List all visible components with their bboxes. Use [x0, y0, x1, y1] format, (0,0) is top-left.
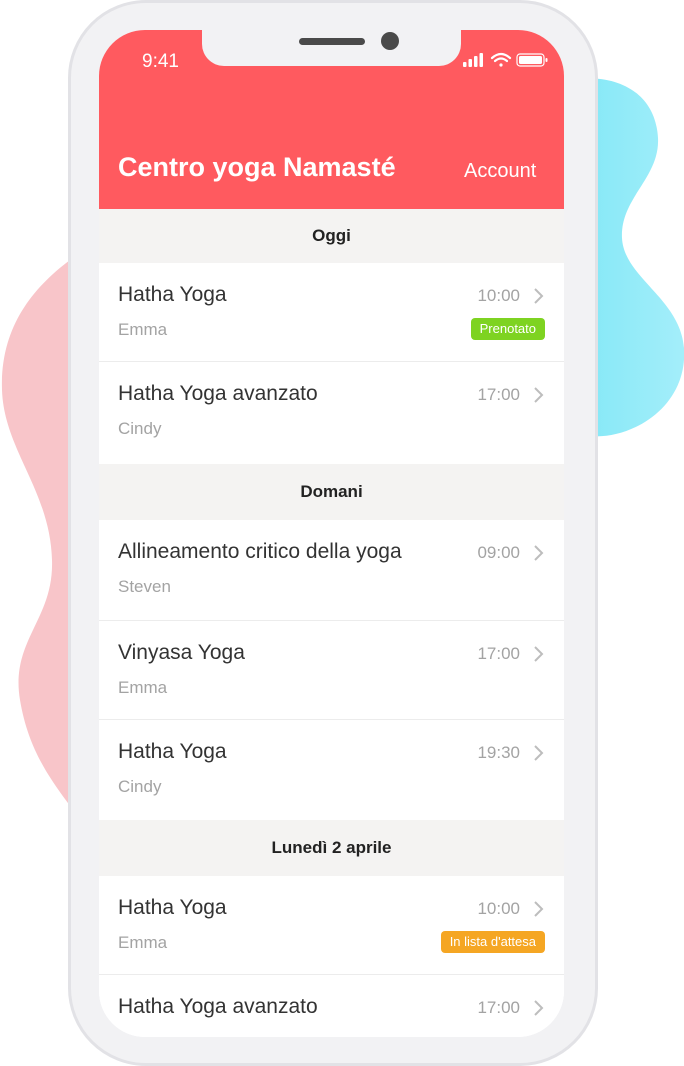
signal-icon [463, 53, 483, 67]
class-name: Hatha Yoga [118, 896, 227, 919]
battery-icon [516, 53, 548, 67]
status-time: 9:41 [142, 51, 179, 72]
class-row[interactable]: Hatha Yoga avanzato 17:00 [99, 975, 564, 1037]
speaker-grille [299, 38, 365, 45]
class-row[interactable]: Hatha Yoga Emma 10:00 Prenotato [99, 263, 564, 362]
teacher-name: Emma [118, 320, 168, 339]
class-row[interactable]: Allineamento critico della yoga Steven 0… [99, 520, 564, 621]
class-row[interactable]: Vinyasa Yoga Emma 17:00 [99, 621, 564, 720]
account-link[interactable]: Account [464, 160, 536, 183]
chevron-right-icon [534, 646, 544, 662]
chevron-right-icon [534, 1000, 544, 1016]
teacher-name: Cindy [118, 419, 162, 438]
class-row[interactable]: Hatha Yoga Cindy 19:30 [99, 720, 564, 820]
class-name: Hatha Yoga [118, 283, 227, 306]
teacher-name: Emma [118, 678, 168, 697]
app-header: 9:41 Centro yoga Namasté Account [99, 30, 564, 209]
class-name: Hatha Yoga [118, 740, 227, 763]
class-time: 09:00 [477, 543, 520, 562]
teacher-name: Steven [118, 577, 171, 596]
page-title: Centro yoga Namasté [118, 152, 396, 182]
class-time: 17:00 [477, 998, 520, 1017]
class-name: Vinyasa Yoga [118, 641, 245, 664]
class-time: 19:30 [477, 743, 520, 762]
front-camera [381, 32, 399, 50]
teacher-name: Cindy [118, 777, 162, 796]
class-name: Hatha Yoga avanzato [118, 995, 318, 1018]
status-icons [463, 52, 548, 67]
class-row[interactable]: Hatha Yoga Emma 10:00 In lista d'attesa [99, 876, 564, 975]
class-name: Allineamento critico della yoga [118, 540, 402, 563]
section-header-lunedi: Lunedì 2 aprile [99, 820, 564, 876]
class-name: Hatha Yoga avanzato [118, 382, 318, 405]
class-time: 10:00 [477, 899, 520, 918]
teacher-name: Emma [118, 933, 168, 952]
chevron-right-icon [534, 387, 544, 403]
chevron-right-icon [534, 901, 544, 917]
app-screen: 9:41 Centro yoga Namasté Account Oggi Ha… [99, 30, 564, 1037]
status-badge: In lista d'attesa [440, 931, 545, 953]
chevron-right-icon [534, 288, 544, 304]
class-row[interactable]: Hatha Yoga avanzato Cindy 17:00 [99, 362, 564, 464]
class-time: 17:00 [477, 644, 520, 663]
status-badge: Prenotato [470, 318, 545, 340]
wifi-icon [490, 52, 512, 67]
class-time: 17:00 [477, 385, 520, 404]
section-header-domani: Domani [99, 464, 564, 520]
chevron-right-icon [534, 545, 544, 561]
chevron-right-icon [534, 745, 544, 761]
phone-notch [202, 30, 461, 66]
section-header-oggi: Oggi [99, 209, 564, 263]
class-time: 10:00 [477, 286, 520, 305]
